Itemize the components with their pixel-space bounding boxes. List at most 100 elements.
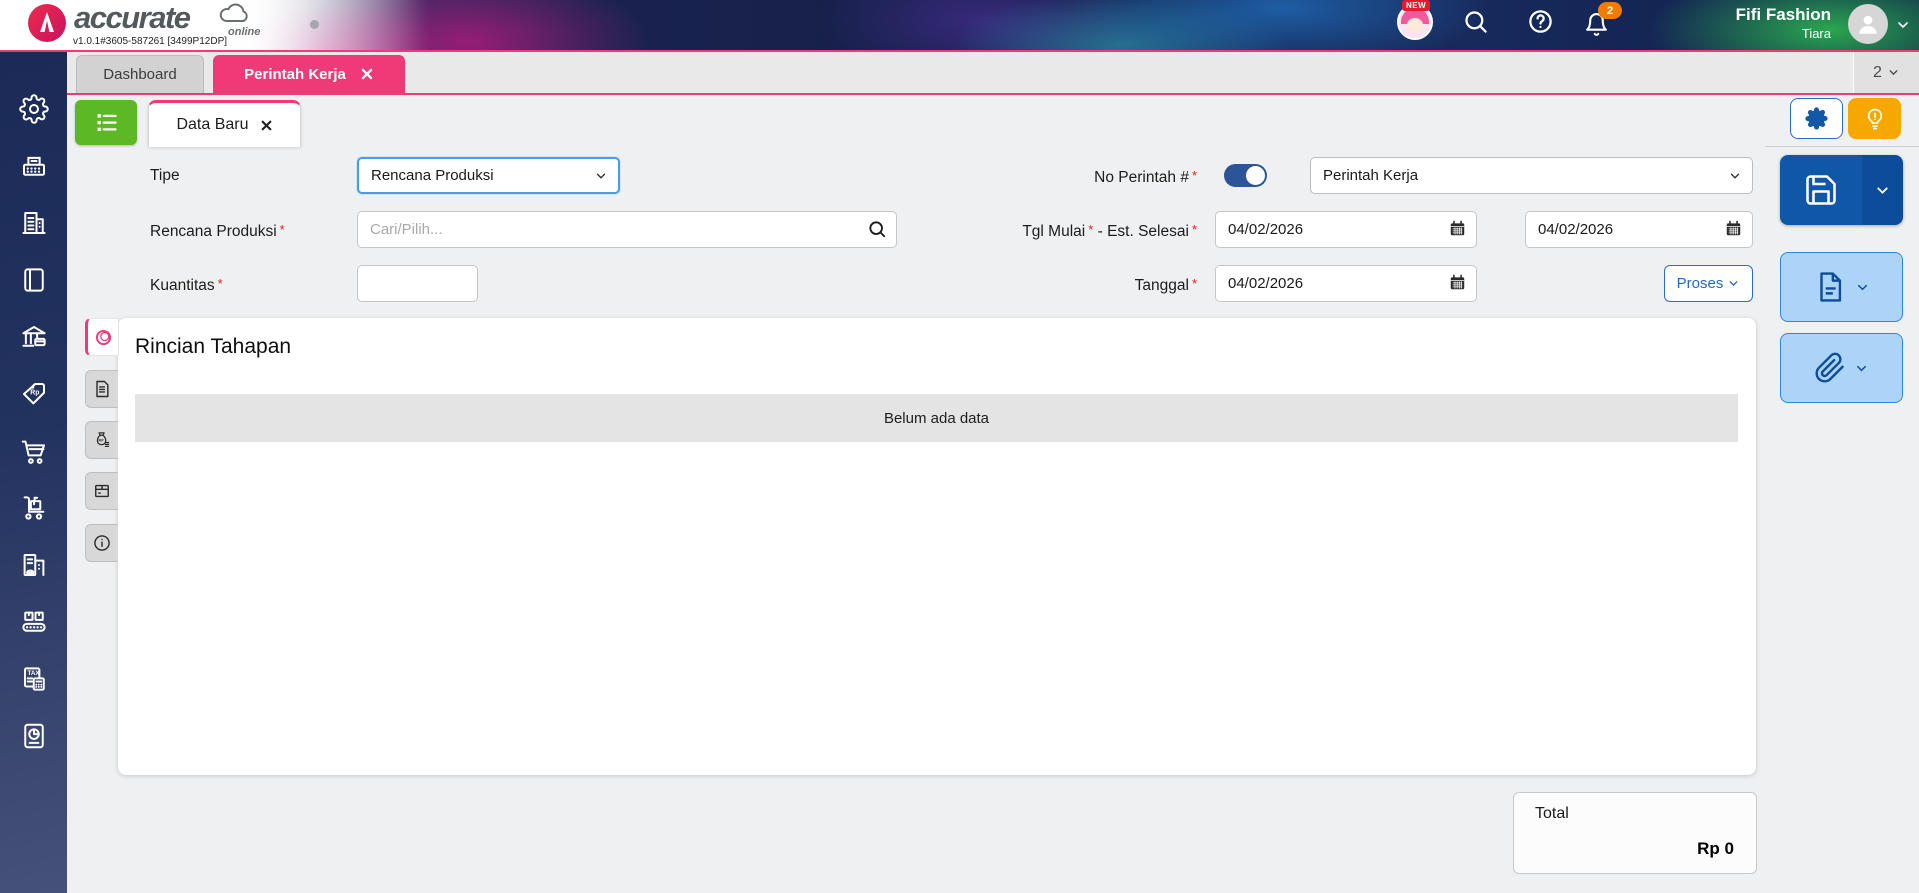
est-selesai-input[interactable]	[1525, 211, 1753, 248]
tanggal-field	[1215, 265, 1477, 302]
tipe-select-value: Rencana Produksi	[371, 167, 494, 184]
section-tab-dokumen[interactable]	[85, 370, 118, 408]
section-tab-barang[interactable]	[85, 472, 118, 510]
chevron-down-icon	[596, 173, 606, 179]
accurate-logo-icon	[27, 3, 67, 43]
rencana-produksi-field	[357, 211, 897, 248]
tab-perintah-kerja-label: Perintah Kerja	[244, 65, 346, 83]
detail-panel: Rincian Tahapan Belum ada data	[118, 318, 1756, 775]
logo-wordmark: accurate	[74, 0, 191, 35]
list-icon	[97, 114, 117, 132]
version-text: v1.0.1#3605-587261 [3499P12DP]	[70, 36, 231, 47]
svg-text:RP: RP	[99, 438, 105, 442]
no-perintah-toggle[interactable]	[1224, 164, 1267, 187]
app-root: accurate online v1.0.1#3605-587261 [3499…	[0, 0, 1919, 893]
paperclip-icon	[1815, 352, 1844, 383]
chevron-down-icon	[1858, 284, 1867, 290]
settings-icon[interactable]	[18, 94, 49, 124]
kuantitas-field	[357, 265, 478, 302]
item-box-icon	[95, 484, 109, 498]
svg-text:Rp: Rp	[30, 390, 39, 397]
rencana-produksi-input[interactable]	[357, 211, 897, 248]
logo-subtext: online	[228, 26, 261, 38]
help-icon[interactable]	[1527, 8, 1554, 40]
tipe-select[interactable]: Rencana Produksi	[357, 157, 620, 194]
no-perintah-label: No Perintah # *	[1094, 168, 1197, 186]
tab-data-baru-label: Data Baru	[176, 116, 249, 133]
cost-rp-money-bag-icon: RP	[96, 432, 110, 447]
tab-overflow-dropdown[interactable]: 2	[1853, 52, 1919, 93]
section-tab-tahapan[interactable]	[85, 318, 119, 356]
tab-overflow-count: 2	[1873, 63, 1882, 81]
save-button[interactable]	[1780, 155, 1862, 225]
window-tab-bar: Dashboard Perintah Kerja 2	[67, 52, 1919, 95]
sales-register-icon[interactable]	[19, 151, 49, 181]
kuantitas-label: Kuantitas *	[150, 276, 223, 294]
attachment-button[interactable]	[1780, 333, 1903, 403]
perintah-type-select[interactable]: Perintah Kerja	[1310, 157, 1753, 194]
document-icon	[1820, 272, 1842, 302]
tab-data-baru[interactable]: Data Baru	[148, 100, 301, 147]
sidebar: Rp TAX	[0, 52, 67, 893]
tab-perintah-kerja[interactable]: Perintah Kerja	[213, 55, 405, 93]
company-name: Tiara	[1801, 26, 1831, 41]
kuantitas-input[interactable]	[357, 265, 478, 302]
fixed-assets-icon[interactable]	[19, 550, 49, 580]
notification-count-badge: 2	[1598, 2, 1622, 19]
user-info[interactable]: Fifi Fashion Tiara	[1736, 4, 1831, 42]
tab-dashboard[interactable]: Dashboard	[76, 55, 204, 93]
est-selesai-field	[1525, 211, 1753, 248]
inventory-trolley-icon[interactable]	[19, 493, 49, 523]
chevron-down-icon	[1857, 365, 1866, 371]
user-avatar[interactable]	[1848, 4, 1888, 44]
section-tab-info[interactable]	[85, 524, 118, 562]
stage-rings-icon	[95, 329, 111, 345]
print-document-button[interactable]	[1780, 252, 1903, 322]
manufacturing-icon[interactable]	[19, 607, 49, 637]
whats-new-avatar[interactable]: NEW	[1397, 0, 1433, 40]
company-buildings-icon[interactable]	[19, 208, 49, 238]
tab-dashboard-label: Dashboard	[103, 66, 177, 83]
section-title: Rincian Tahapan	[135, 335, 292, 358]
toolbar-divider	[1765, 146, 1919, 147]
purchase-cart-icon[interactable]	[19, 436, 49, 466]
chevron-down-icon	[1877, 186, 1888, 194]
reports-icon[interactable]	[19, 721, 49, 751]
app-header: accurate online v1.0.1#3605-587261 [3499…	[0, 0, 1919, 50]
search-icon[interactable]	[1462, 8, 1489, 40]
rencana-produksi-label: Rencana Produksi *	[150, 222, 285, 240]
chevron-down-icon	[1729, 281, 1738, 287]
document-icon	[96, 380, 109, 398]
tab-data-baru-close-icon[interactable]	[260, 119, 273, 132]
price-rp-tag-icon[interactable]: Rp	[19, 379, 49, 409]
save-options-chevron[interactable]	[1862, 155, 1903, 225]
header-dot-decoration	[310, 20, 319, 29]
journal-book-icon[interactable]	[19, 265, 49, 295]
total-value: Rp 0	[1697, 839, 1734, 858]
save-split-button[interactable]	[1780, 155, 1903, 225]
tips-button[interactable]	[1848, 98, 1901, 139]
user-name: Fifi Fashion	[1735, 5, 1831, 24]
tab-close-icon[interactable]	[360, 67, 374, 81]
banking-icon[interactable]	[19, 322, 49, 352]
tanggal-input[interactable]	[1215, 265, 1477, 302]
total-box: Total Rp 0	[1513, 792, 1757, 874]
section-tab-biaya[interactable]: RP	[85, 421, 118, 459]
perintah-type-value: Perintah Kerja	[1323, 167, 1419, 184]
tgl-mulai-field	[1215, 211, 1477, 248]
gear-icon	[1805, 107, 1828, 130]
tanggal-range-label: Tgl Mulai * - Est. Selesai *	[1022, 222, 1197, 240]
info-icon	[94, 535, 110, 551]
proses-button[interactable]: Proses	[1664, 265, 1753, 302]
form-settings-button[interactable]	[1790, 98, 1843, 139]
new-badge: NEW	[1402, 0, 1431, 11]
open-list-button[interactable]	[75, 100, 137, 145]
svg-text:TAX: TAX	[27, 670, 40, 677]
tanggal-label: Tanggal *	[1134, 276, 1197, 294]
floppy-disk-icon	[1806, 175, 1836, 205]
user-menu-chevron-icon[interactable]	[1895, 17, 1911, 38]
chevron-down-icon	[1889, 70, 1898, 76]
tgl-mulai-input[interactable]	[1215, 211, 1477, 248]
tax-icon[interactable]: TAX	[19, 664, 49, 694]
lightbulb-icon	[1867, 108, 1882, 129]
